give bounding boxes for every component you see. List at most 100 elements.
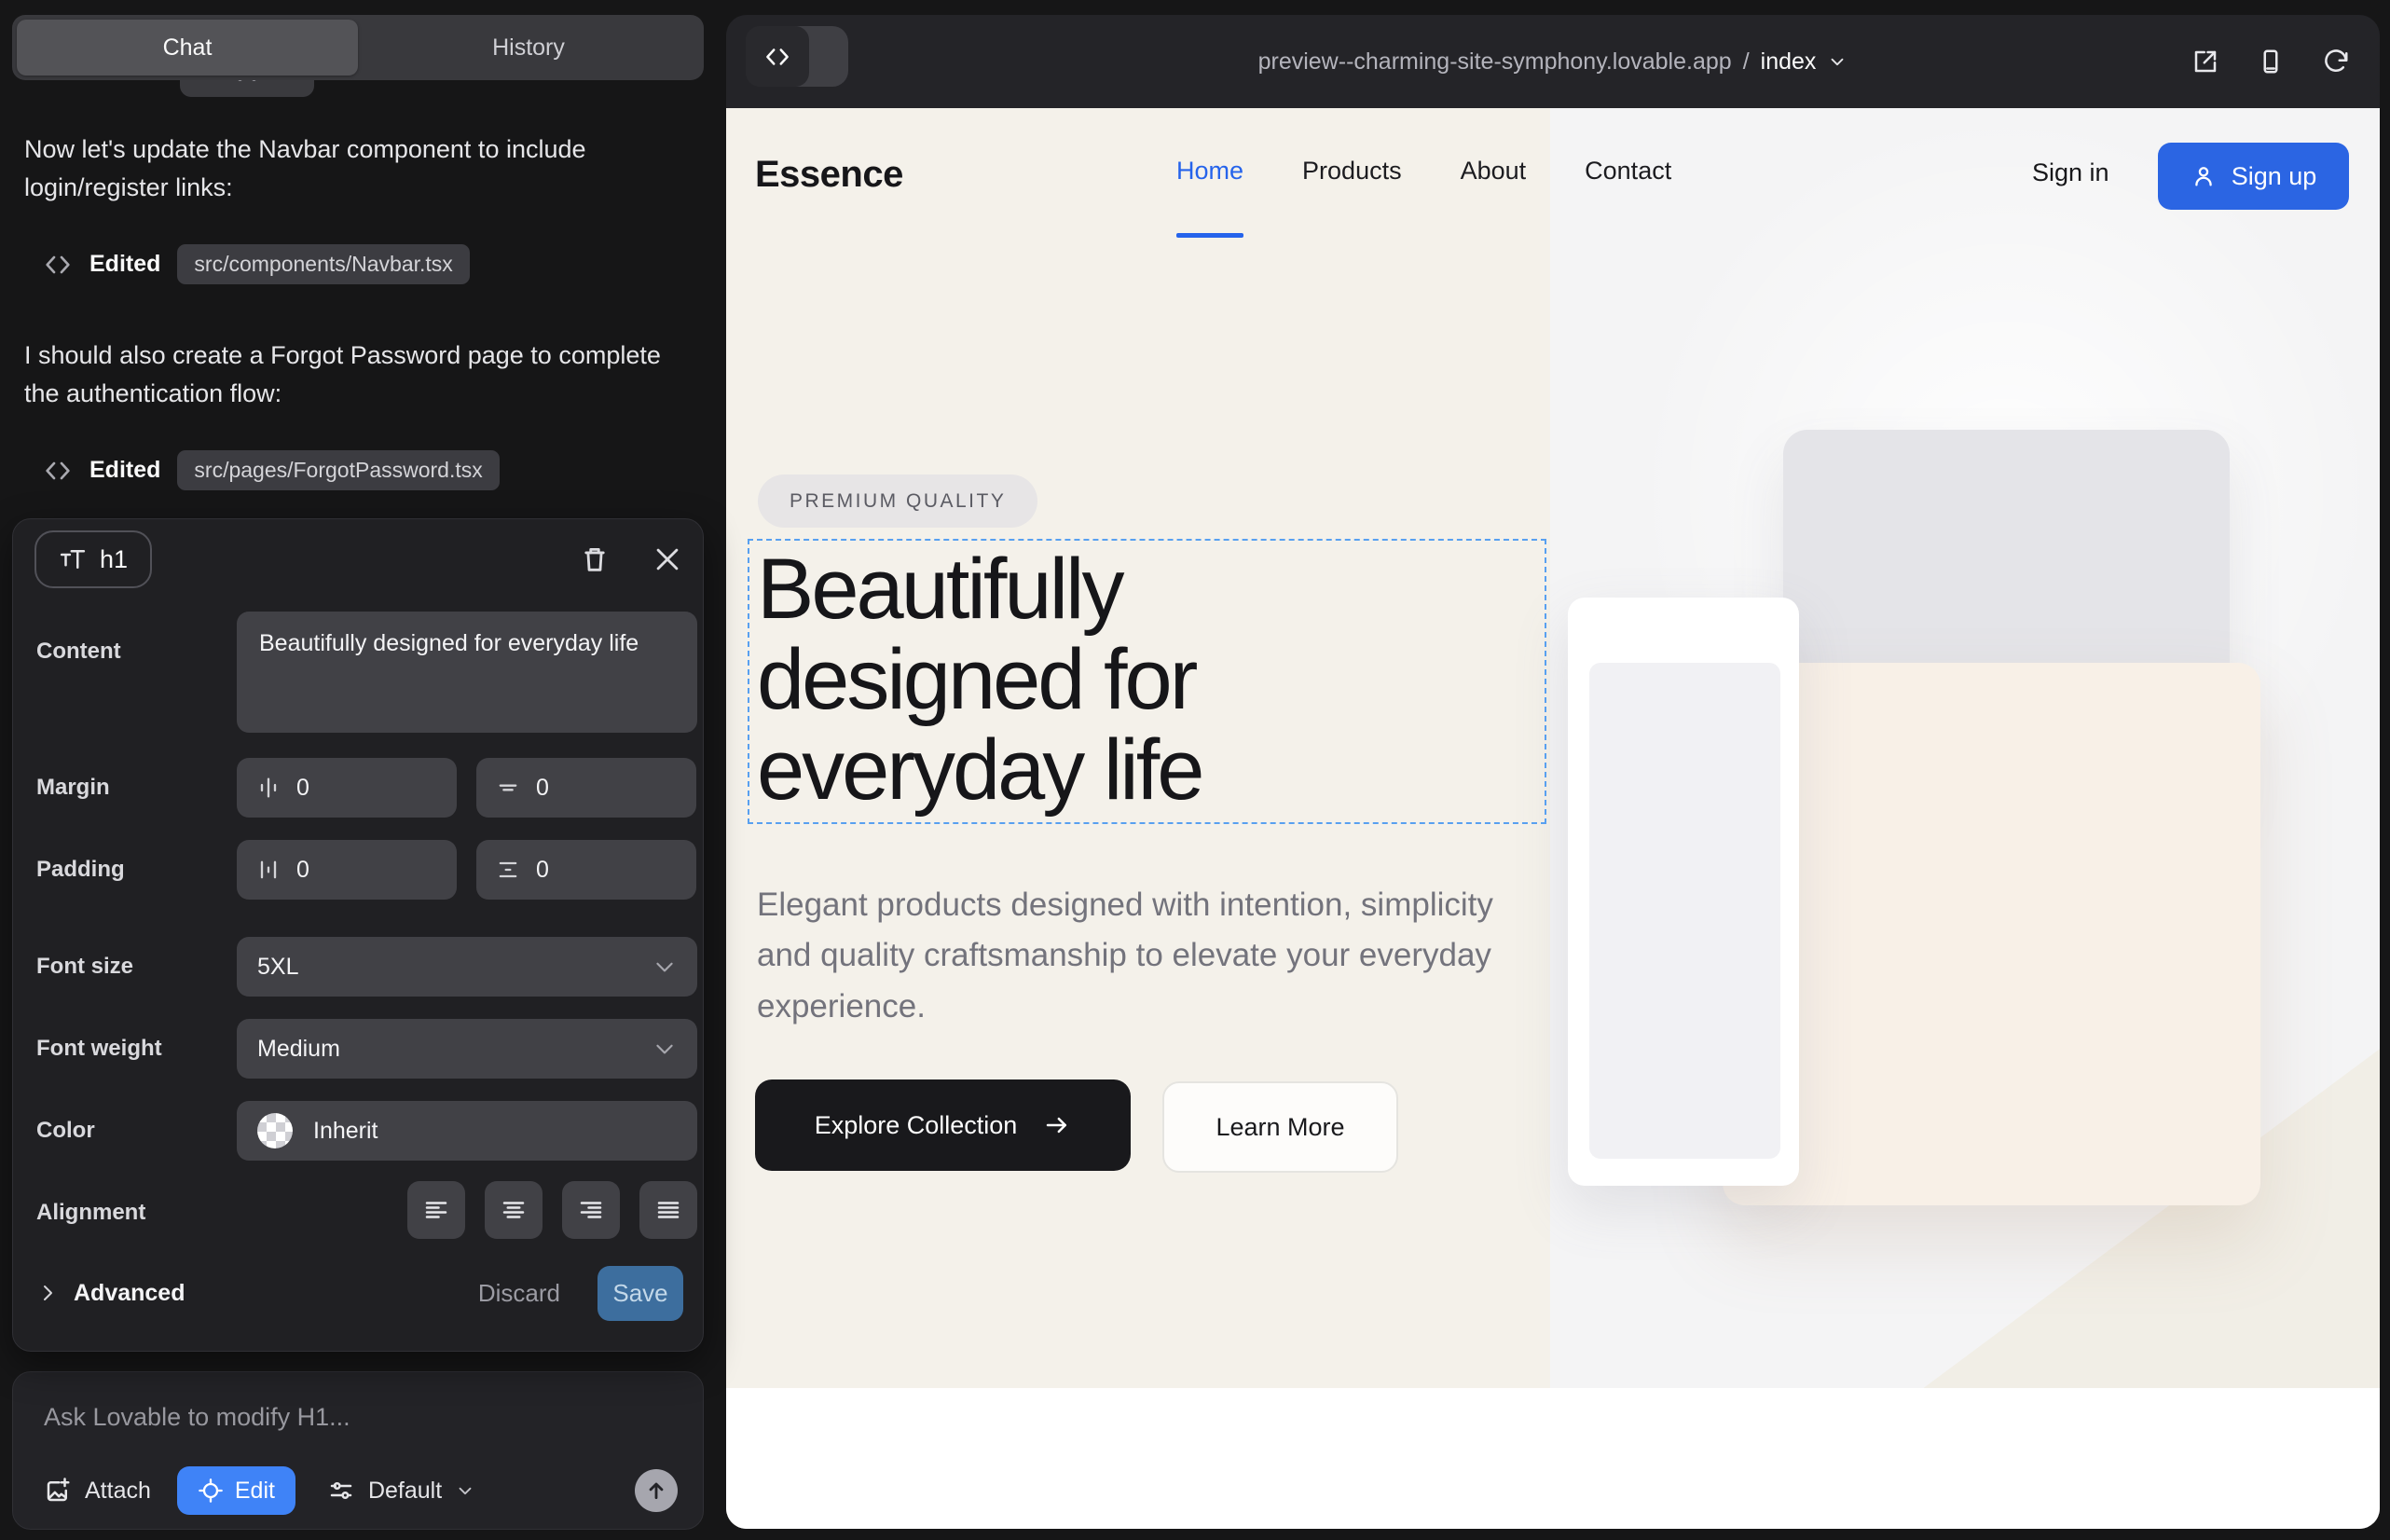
alignment-label: Alignment	[36, 1200, 145, 1226]
attach-label: Attach	[85, 1478, 151, 1505]
site-nav-links: Home Products About Contact	[1176, 157, 1671, 199]
edited-file-badge[interactable]: src/components/Navbar.tsx	[177, 244, 469, 284]
align-left-icon	[422, 1196, 450, 1224]
edited-file-row[interactable]: Edited src/pages/ForgotPassword.tsx	[43, 450, 699, 490]
tab-history[interactable]: History	[358, 20, 699, 76]
preview-url-bar[interactable]: preview--charming-site-symphony.lovable.…	[726, 15, 2380, 108]
content-label: Content	[36, 639, 121, 665]
padding-y-value: 0	[536, 857, 549, 884]
preview-toolbar: preview--charming-site-symphony.lovable.…	[726, 15, 2380, 108]
hero-heading-line: designed for	[757, 635, 1540, 725]
align-right-button[interactable]	[562, 1181, 620, 1239]
preview-url-separator: /	[1743, 48, 1750, 76]
align-center-button[interactable]	[485, 1181, 543, 1239]
sliders-icon	[327, 1477, 355, 1505]
explore-collection-label: Explore Collection	[815, 1111, 1018, 1140]
nav-link-products[interactable]: Products	[1302, 157, 1402, 199]
element-inspector-panel: h1 Content Beautifully designed for ever…	[12, 518, 704, 1352]
delete-element-button[interactable]	[579, 543, 611, 575]
nav-link-contact[interactable]: Contact	[1585, 157, 1671, 199]
font-size-label: Font size	[36, 954, 133, 980]
chevron-down-icon	[1827, 51, 1847, 72]
padding-y-input[interactable]: 0	[476, 840, 696, 900]
hero-heading-line: everyday life	[757, 725, 1540, 816]
user-icon	[2191, 163, 2217, 189]
composer-toolbar: Attach Edit Default	[44, 1464, 678, 1517]
attach-button[interactable]: Attach	[44, 1477, 151, 1505]
sign-in-link[interactable]: Sign in	[2032, 158, 2109, 187]
margin-label: Margin	[36, 775, 110, 801]
target-icon	[198, 1478, 224, 1504]
image-plus-icon	[44, 1477, 72, 1505]
element-tag-pill[interactable]: h1	[34, 530, 152, 588]
arrow-up-icon	[644, 1478, 668, 1503]
open-external-icon[interactable]	[2191, 48, 2219, 76]
save-button[interactable]: Save	[598, 1266, 683, 1321]
arrow-right-icon	[1043, 1111, 1071, 1139]
element-tag-name: h1	[100, 545, 128, 574]
margin-vertical-icon	[495, 775, 521, 801]
margin-x-input[interactable]: 0	[237, 758, 457, 818]
font-size-value: 5XL	[257, 954, 298, 981]
preview-panel: preview--charming-site-symphony.lovable.…	[726, 15, 2380, 1529]
advanced-expander[interactable]: Advanced	[36, 1280, 185, 1307]
model-selector[interactable]: Default	[327, 1477, 475, 1505]
content-input[interactable]: Beautifully designed for everyday life	[237, 612, 697, 733]
preview-toolbar-actions	[2191, 15, 2350, 108]
alignment-button-group	[237, 1181, 697, 1239]
chat-composer: Ask Lovable to modify H1... Attach Edit	[12, 1371, 704, 1530]
padding-x-input[interactable]: 0	[237, 840, 457, 900]
hero-heading-line: Beautifully	[757, 544, 1540, 635]
edited-file-badge[interactable]: src/pages/ForgotPassword.tsx	[177, 450, 499, 490]
font-size-select[interactable]: 5XL	[237, 937, 697, 997]
edit-mode-button[interactable]: Edit	[177, 1466, 295, 1515]
mobile-view-icon[interactable]	[2257, 48, 2285, 76]
site-logo[interactable]: Essence	[755, 154, 903, 196]
nav-link-home[interactable]: Home	[1176, 157, 1243, 199]
padding-horizontal-icon	[255, 857, 282, 883]
font-weight-value: Medium	[257, 1036, 340, 1063]
margin-horizontal-icon	[255, 775, 282, 801]
edited-label: Edited	[89, 457, 160, 484]
color-select[interactable]: Inherit	[237, 1101, 697, 1161]
hero-card-cream	[1723, 663, 2260, 1205]
hero-heading[interactable]: Beautifully designed for everyday life	[757, 544, 1540, 816]
explore-collection-button[interactable]: Explore Collection	[755, 1079, 1131, 1171]
typography-icon	[59, 545, 87, 573]
edited-label: Edited	[89, 251, 160, 278]
chevron-down-icon	[455, 1480, 475, 1501]
align-left-button[interactable]	[407, 1181, 465, 1239]
align-center-icon	[500, 1196, 528, 1224]
nav-link-about[interactable]: About	[1461, 157, 1527, 199]
tab-chat[interactable]: Chat	[17, 20, 358, 76]
align-justify-icon	[654, 1196, 682, 1224]
hero-card-white-inner	[1589, 663, 1780, 1159]
hero-badge: PREMIUM QUALITY	[758, 474, 1037, 528]
edited-file-row[interactable]: Edited src/components/Navbar.tsx	[43, 244, 699, 284]
align-justify-button[interactable]	[639, 1181, 697, 1239]
sign-up-button[interactable]: Sign up	[2158, 143, 2349, 210]
discard-button[interactable]: Discard	[478, 1279, 560, 1308]
font-weight-select[interactable]: Medium	[237, 1019, 697, 1079]
chevron-down-icon	[652, 955, 677, 979]
margin-x-value: 0	[296, 775, 309, 802]
margin-y-input[interactable]: 0	[476, 758, 696, 818]
advanced-label: Advanced	[74, 1280, 185, 1307]
preview-url-page: index	[1761, 48, 1817, 76]
send-button[interactable]	[635, 1469, 678, 1512]
close-inspector-button[interactable]	[652, 543, 683, 575]
section-below-hero	[726, 1388, 2380, 1529]
composer-input[interactable]: Ask Lovable to modify H1...	[44, 1403, 350, 1432]
refresh-icon[interactable]	[2322, 48, 2350, 76]
preview-url-domain: preview--charming-site-symphony.lovable.…	[1258, 48, 1732, 76]
align-right-icon	[577, 1196, 605, 1224]
site-navbar: Essence Home Products About Contact Sign…	[726, 108, 2380, 248]
code-icon	[43, 456, 73, 486]
chat-message-list: Now let's update the Navbar component to…	[24, 131, 699, 543]
hero-description: Elegant products designed with intention…	[757, 880, 1512, 1032]
margin-y-value: 0	[536, 775, 549, 802]
code-icon	[43, 250, 73, 280]
learn-more-button[interactable]: Learn More	[1162, 1081, 1398, 1173]
padding-vertical-icon	[495, 857, 521, 883]
chevron-right-icon	[36, 1282, 59, 1304]
